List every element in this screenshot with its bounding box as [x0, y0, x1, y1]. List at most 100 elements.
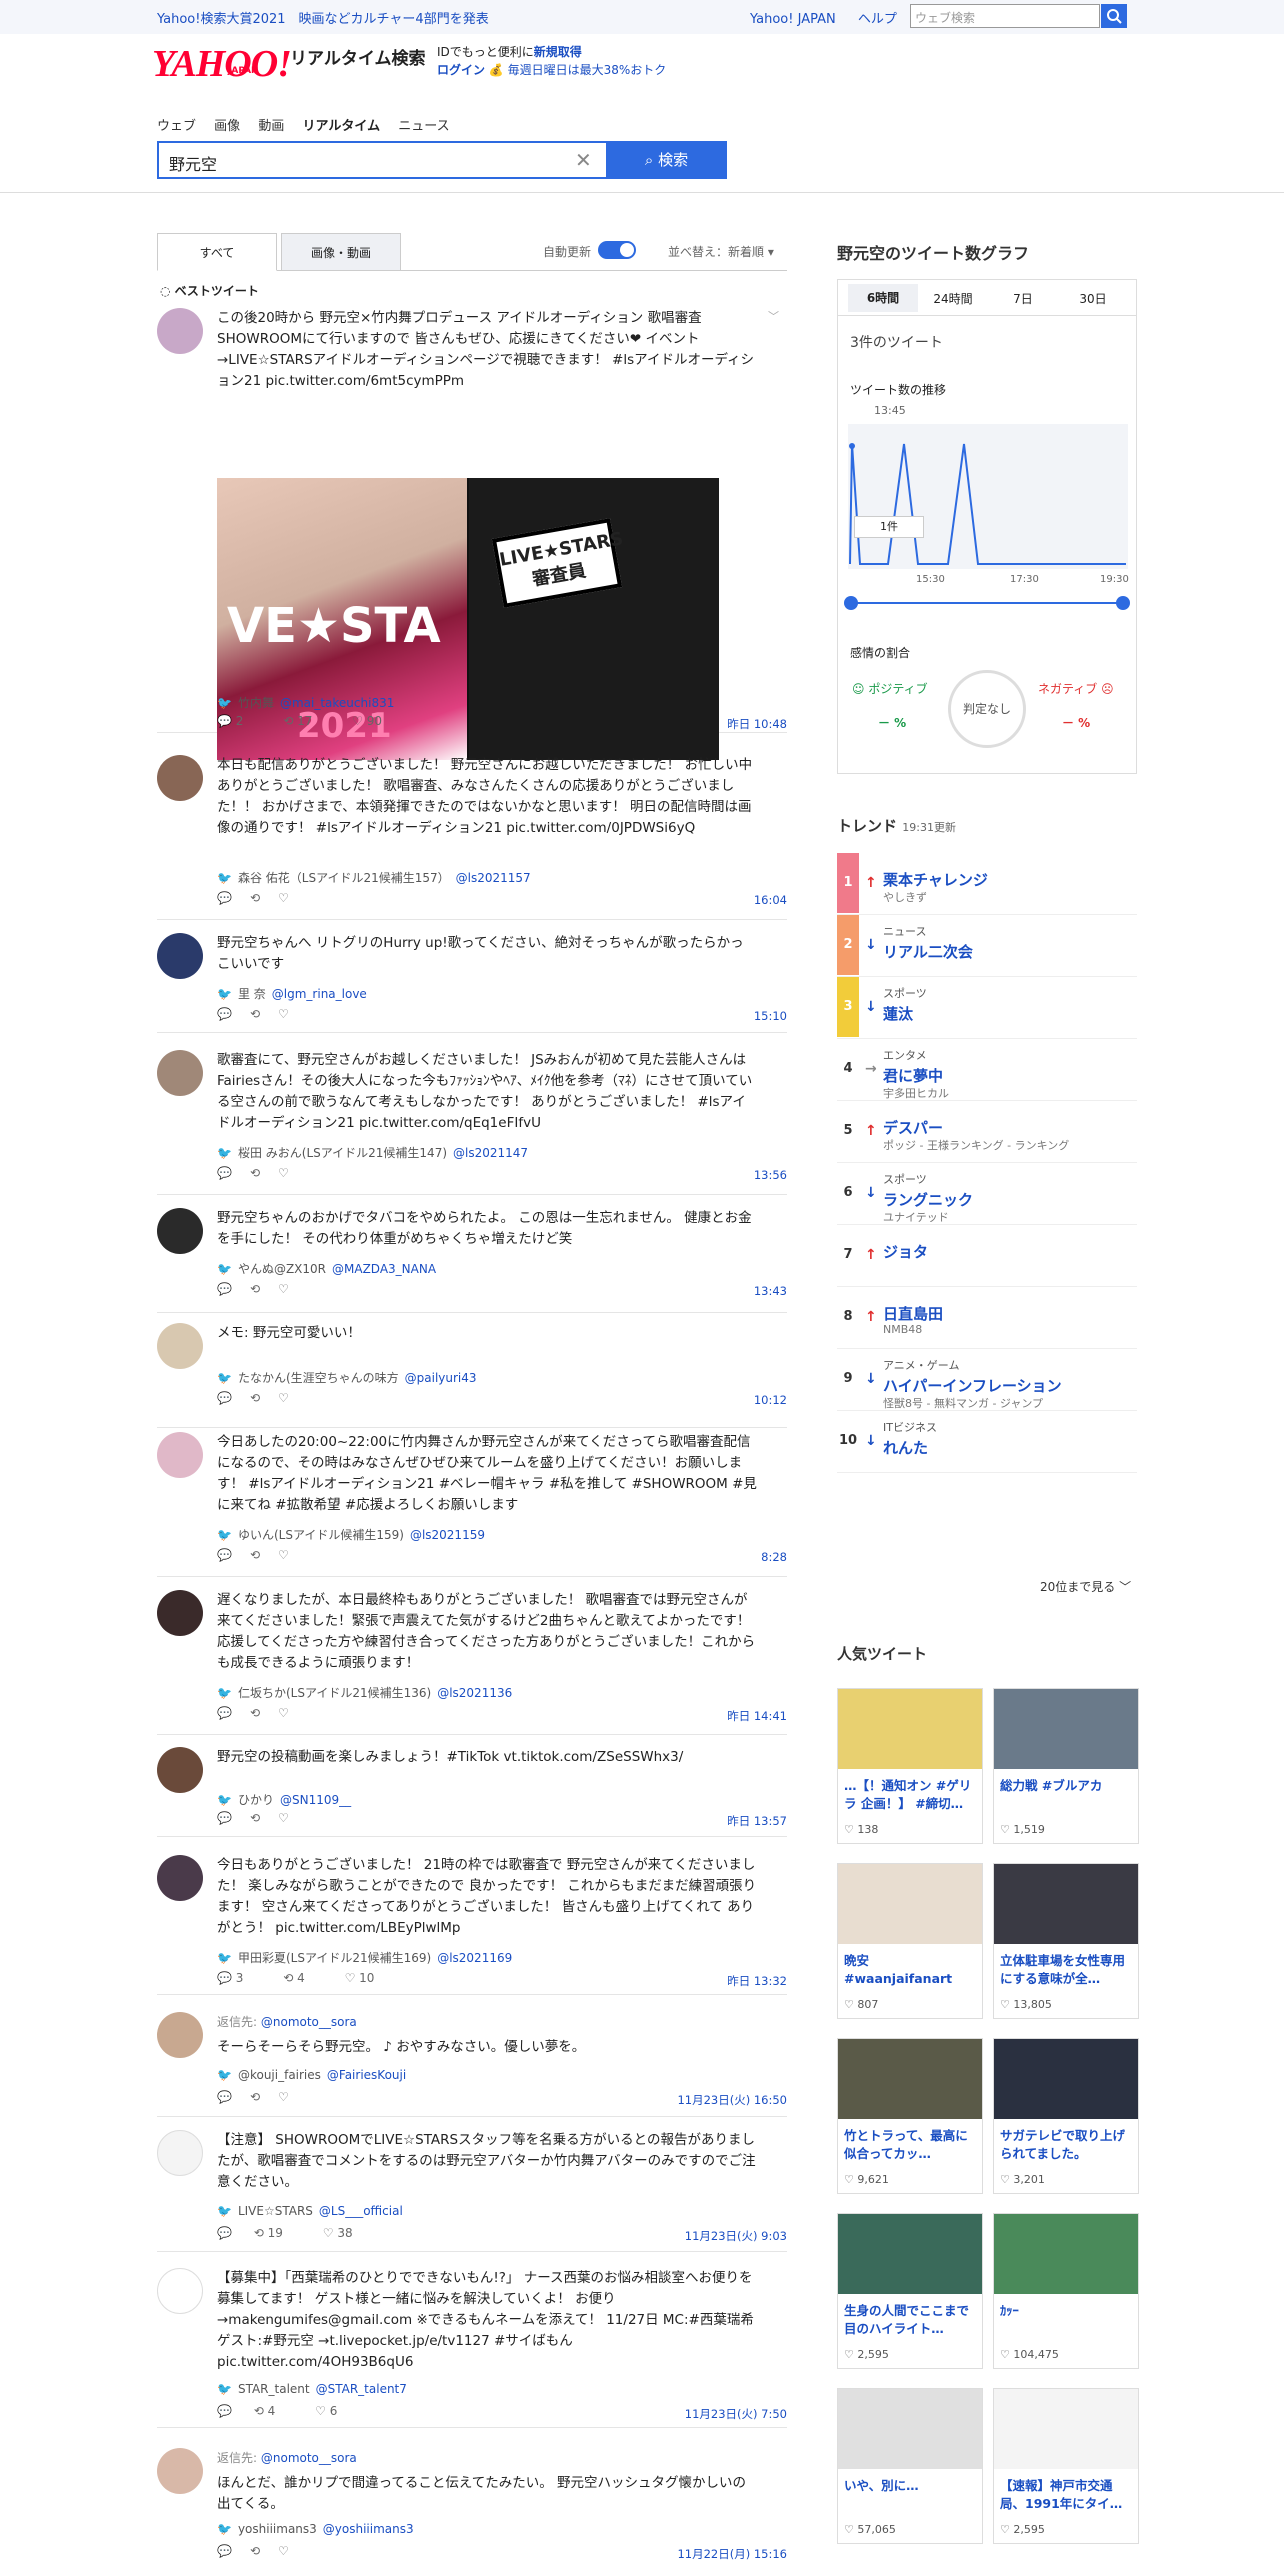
tab-30d[interactable]: 30日 [1058, 290, 1128, 307]
retweet-button[interactable]: ⟲ [250, 1282, 260, 1296]
trend-item[interactable]: 6 ↓ スポーツ ラングニック ユナイテッド [837, 1163, 1137, 1225]
card-title[interactable]: サガテレビで取り上げられてました。 [1000, 2127, 1134, 2163]
clear-icon[interactable]: ✕ [575, 148, 592, 172]
card-thumbnail[interactable] [994, 1864, 1138, 1944]
tab-web[interactable]: ウェブ [157, 119, 196, 134]
popular-card[interactable]: サガテレビで取り上げられてました。 ♡ 3,201 [993, 2038, 1139, 2194]
trend-name[interactable]: ラングニック [883, 1189, 973, 1210]
tweet-author[interactable]: 🐦 桜田 みおん(LSアイドル21候補生147) @ls2021147 [217, 1144, 528, 1161]
retweet-button[interactable]: ⟲ [250, 1391, 260, 1405]
tweet-author[interactable]: 🐦 やんぬ@ZX10R @MAZDA3_NANA [217, 1260, 436, 1277]
retweet-button[interactable]: ⟲ [250, 891, 260, 905]
like-button[interactable]: ♡ 10 [345, 1971, 393, 1985]
retweet-button[interactable]: ⟲ [250, 1706, 260, 1720]
card-title[interactable]: 立体駐車場を女性専用にする意味が全… [1000, 1952, 1134, 1988]
avatar[interactable] [157, 2012, 203, 2058]
trend-name[interactable]: ジョタ [883, 1241, 928, 1262]
card-title[interactable]: ｶｯｰ [1000, 2302, 1134, 2320]
trend-item[interactable]: 2 ↓ ニュース リアル二次会 [837, 915, 1137, 977]
auto-update-toggle[interactable] [598, 241, 636, 259]
tab-7d[interactable]: 7日 [988, 290, 1058, 307]
reply-button[interactable]: 💬 [217, 891, 232, 905]
tweet-author[interactable]: 🐦 STAR_talent @STAR_talent7 [217, 2382, 407, 2396]
sort-select[interactable]: 並べ替え：新着順 ▾ [668, 243, 774, 260]
card-thumbnail[interactable] [838, 1864, 982, 1944]
tweet-author[interactable]: 🐦 yoshiiimans3 @yoshiiimans3 [217, 2522, 414, 2536]
like-button[interactable]: ♡ [278, 1166, 289, 1180]
retweet-button[interactable]: ⟲ 4 [254, 2404, 294, 2418]
like-button[interactable]: ♡ [278, 891, 289, 905]
like-button[interactable]: ♡ [278, 2090, 289, 2104]
avatar[interactable] [157, 755, 203, 801]
chevron-down-icon[interactable]: ﹀ [768, 308, 779, 324]
tweet-time[interactable]: 13:56 [754, 1168, 787, 1182]
help-link[interactable]: ヘルプ [858, 12, 897, 27]
card-thumbnail[interactable] [838, 2039, 982, 2119]
avatar[interactable] [157, 1747, 203, 1793]
avatar[interactable] [157, 2130, 203, 2176]
trend-name[interactable]: れんた [883, 1437, 928, 1458]
trend-item[interactable]: 9 ↓ アニメ・ゲーム ハイパーインフレーション 怪獣8号 - 無料マンガ - ジャンプ [837, 1349, 1137, 1411]
card-title[interactable]: 竹とトラって、最高に似合ってカッ… [844, 2127, 978, 2163]
avatar[interactable] [157, 933, 203, 979]
popular-card[interactable]: 晩安 #waanjaifanart ♡ 807 [837, 1863, 983, 2019]
tweet-author[interactable]: 🐦 甲田彩夏(LSアイドル21候補生169) @ls2021169 [217, 1949, 512, 1966]
tab-images[interactable]: 画像 [214, 119, 240, 134]
trend-item[interactable]: 8 ↑ 日直島田 NMB48 [837, 1287, 1137, 1349]
tab-24h[interactable]: 24時間 [918, 290, 988, 307]
like-button[interactable]: ♡ [278, 1548, 289, 1562]
like-button[interactable]: ♡ [278, 1282, 289, 1296]
retweet-button[interactable]: ⟲ 17 [283, 714, 330, 728]
reply-button[interactable]: 💬 [217, 2226, 232, 2240]
web-search-input[interactable]: ウェブ検索 [910, 4, 1100, 28]
avatar[interactable] [157, 1855, 203, 1901]
reply-button[interactable]: 💬 [217, 1282, 232, 1296]
trend-item[interactable]: 3 ↓ スポーツ 蓮汰 [837, 977, 1137, 1039]
trend-item[interactable]: 7 ↑ ジョタ [837, 1225, 1137, 1287]
tweet-time[interactable]: 11月23日(火) 16:50 [677, 2092, 787, 2108]
tab-6h[interactable]: 6時間 [848, 284, 918, 312]
like-button[interactable]: ♡ 6 [315, 2404, 355, 2418]
avatar[interactable] [157, 1050, 203, 1096]
popular-card[interactable]: 総力戦 #ブルアカ ♡ 1,519 [993, 1688, 1139, 1844]
reply-button[interactable]: 💬 [217, 2544, 232, 2558]
tweet-author[interactable]: 🐦 竹内舞 @mai_takeuchi831 [217, 694, 394, 711]
reply-button[interactable]: 💬 [217, 2090, 232, 2104]
reply-button[interactable]: 💬 3 [217, 1971, 261, 1985]
card-thumbnail[interactable] [994, 2389, 1138, 2469]
signup-link[interactable]: 新規取得 [534, 45, 582, 59]
card-title[interactable]: 晩安 #waanjaifanart [844, 1952, 978, 1988]
popular-card[interactable]: 竹とトラって、最高に似合ってカッ… ♡ 9,621 [837, 2038, 983, 2194]
tab-news[interactable]: ニュース [398, 119, 449, 134]
reply-button[interactable]: 💬 [217, 2404, 232, 2418]
retweet-button[interactable]: ⟲ [250, 1548, 260, 1562]
search-input[interactable]: 野元空 [157, 141, 607, 179]
popular-card[interactable]: …【！通知オン #ゲリラ 企画！】 #締切… ♡ 138 [837, 1688, 983, 1844]
popular-card[interactable]: 生身の人間でここまで目のハイライト… ♡ 2,595 [837, 2213, 983, 2369]
avatar[interactable] [157, 1432, 203, 1478]
retweet-button[interactable]: ⟲ [250, 1166, 260, 1180]
popular-card[interactable]: ｶｯｰ ♡ 104,475 [993, 2213, 1139, 2369]
card-title[interactable]: いや、別に… [844, 2477, 978, 2495]
reply-button[interactable]: 💬 2 [217, 714, 261, 728]
tweet-author[interactable]: 🐦 仁坂ちか(LSアイドル21候補生136) @ls2021136 [217, 1684, 512, 1701]
retweet-button[interactable]: ⟲ 19 [254, 2226, 301, 2240]
trend-item[interactable]: 1 ↑ 栗本チャレンジ やしきず [837, 853, 1137, 915]
like-button[interactable]: ♡ [278, 1706, 289, 1720]
like-button[interactable]: ♡ [278, 1811, 289, 1825]
tweet-time[interactable]: 昨日 13:32 [727, 1973, 787, 1989]
reply-to-handle[interactable]: @nomoto__sora [261, 2451, 357, 2465]
promo-sunday-link[interactable]: 毎週日曜日は最大38%おトク [508, 63, 667, 77]
tweet-time[interactable]: 昨日 14:41 [727, 1708, 787, 1724]
popular-card[interactable]: 立体駐車場を女性専用にする意味が全… ♡ 13,805 [993, 1863, 1139, 2019]
card-title[interactable]: 総力戦 #ブルアカ [1000, 1777, 1134, 1795]
card-thumbnail[interactable] [838, 2389, 982, 2469]
tweet-time[interactable]: 11月23日(火) 7:50 [685, 2406, 787, 2422]
search-button[interactable]: ⌕ 検索 [606, 141, 727, 179]
yahoo-logo[interactable]: YAHOO! [152, 42, 292, 86]
card-thumbnail[interactable] [994, 2214, 1138, 2294]
avatar[interactable] [157, 308, 203, 354]
trend-item[interactable]: 5 ↑ デスパー ポッジ - 王様ランキング - ランキング [837, 1101, 1137, 1163]
tweet-count-chart[interactable]: 1件 [848, 424, 1128, 569]
reply-button[interactable]: 💬 [217, 1007, 232, 1021]
